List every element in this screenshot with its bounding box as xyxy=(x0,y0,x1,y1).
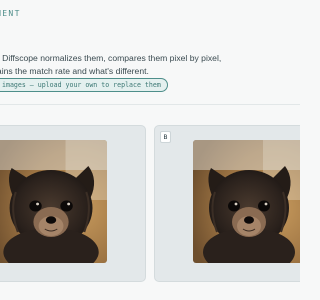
image-b-preview[interactable] xyxy=(193,140,300,263)
sample-images-notice-label: images — upload your own to replace them xyxy=(2,81,161,89)
sample-images-notice[interactable]: images — upload your own to replace them xyxy=(0,78,168,92)
panel-b-badge: B xyxy=(160,131,171,143)
section-eyebrow: MENT xyxy=(0,9,21,18)
image-panel-b: B xyxy=(154,125,300,282)
image-panel-a xyxy=(0,125,146,282)
dog-photo-a xyxy=(0,140,107,263)
dog-photo-b xyxy=(193,140,300,263)
intro-line-1: d Diffscope normalizes them, compares th… xyxy=(0,53,222,63)
intro-line-2: lains the match rate and what's differen… xyxy=(0,66,149,76)
image-a-preview[interactable] xyxy=(0,140,107,263)
intro-description: d Diffscope normalizes them, compares th… xyxy=(0,52,300,78)
page: MENT d Diffscope normalizes them, compar… xyxy=(0,0,300,300)
section-divider xyxy=(0,104,300,105)
